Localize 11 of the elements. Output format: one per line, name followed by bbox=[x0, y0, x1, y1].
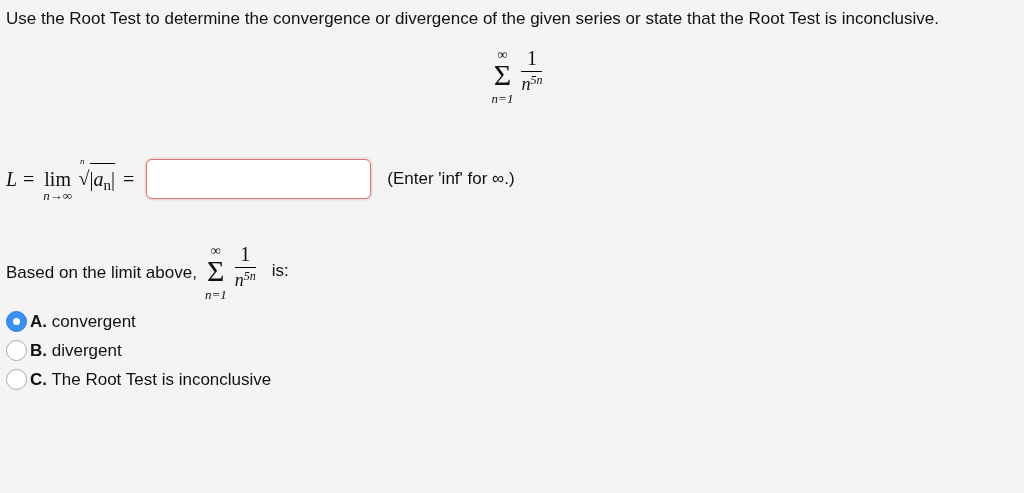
question-text: Based on the limit above, bbox=[6, 261, 197, 284]
hint-text: (Enter 'inf' for ∞.) bbox=[387, 167, 515, 190]
radio-button[interactable] bbox=[6, 369, 27, 390]
radio-button[interactable] bbox=[6, 311, 27, 332]
option-label[interactable]: B. divergent bbox=[30, 337, 122, 364]
question-suffix: is: bbox=[271, 259, 289, 282]
option-label[interactable]: A. convergent bbox=[30, 308, 136, 335]
instruction-text: Use the Root Test to determine the convergence or divergence of the given series or state that the Root Test is inconclusive. bbox=[6, 8, 940, 30]
answer-input[interactable] bbox=[146, 158, 372, 199]
radio-button[interactable] bbox=[6, 340, 27, 361]
option-label[interactable]: C. The Root Test is inconclusive bbox=[30, 366, 272, 393]
